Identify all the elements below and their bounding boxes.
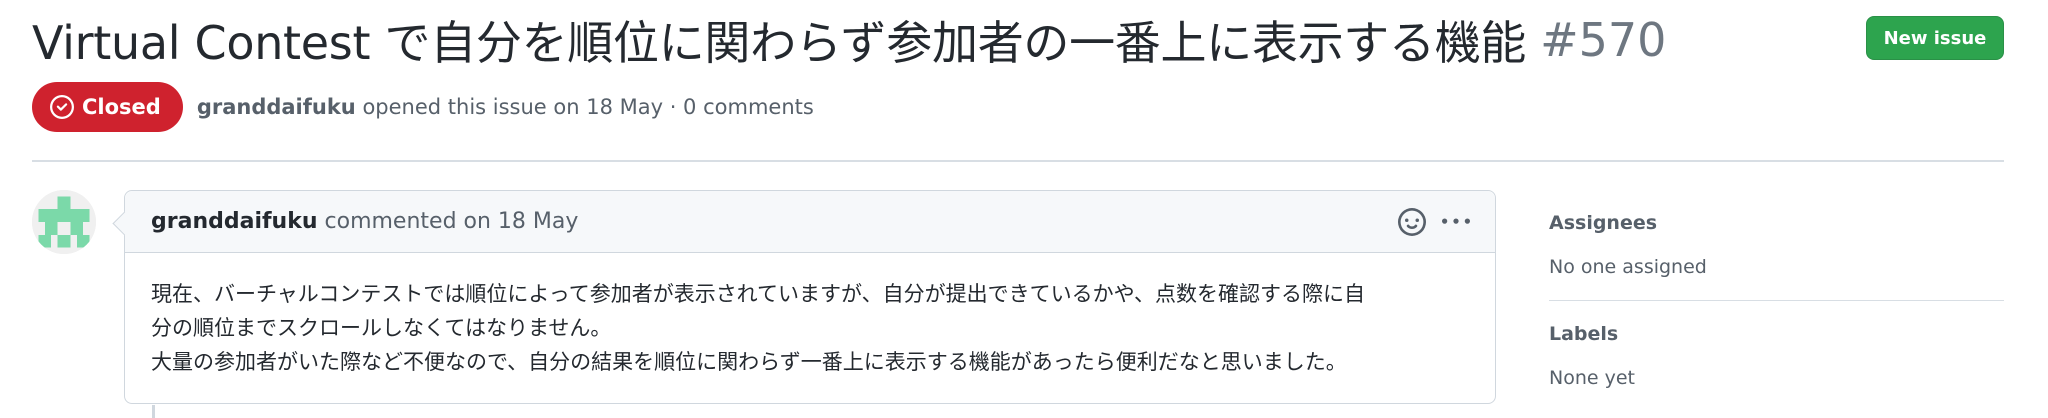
title-row: Virtual Contest で自分を順位に関わらず参加者の一番上に表示する機…	[32, 8, 1666, 72]
assignees-value: No one assigned	[1549, 256, 1707, 278]
comment-header: granddaifuku commented on 18 May	[125, 191, 1495, 253]
comment-body-line: 現在、バーチャルコンテストでは順位によって参加者が表示されていますが、自分が提出…	[151, 282, 1366, 306]
comment-author-link[interactable]: granddaifuku	[151, 209, 318, 234]
issue-sidebar: Assignees No one assigned Labels None ye…	[1549, 190, 2004, 391]
comment-timestamp[interactable]: commented on 18 May	[318, 209, 579, 234]
kebab-horizontal-icon[interactable]	[1441, 207, 1471, 237]
issue-closed-icon	[50, 95, 74, 119]
issue-number: #570	[1540, 13, 1667, 67]
comment-body-line: 大量の参加者がいた際など不便なので、自分の結果を順位に関わらず一番上に表示する機…	[151, 350, 1347, 374]
state-label: Closed	[82, 95, 161, 119]
comment-header-text: granddaifuku commented on 18 May	[151, 209, 578, 234]
sidebar-labels[interactable]: Labels None yet	[1549, 323, 2004, 391]
labels-heading[interactable]: Labels	[1549, 323, 2004, 347]
labels-value: None yet	[1549, 367, 1635, 389]
comment-body: 現在、バーチャルコンテストでは順位によって参加者が表示されていますが、自分が提出…	[125, 253, 1495, 403]
comment-box: granddaifuku commented on 18 May 現在、バーチャ…	[124, 190, 1496, 404]
comment-actions	[1383, 207, 1471, 237]
assignees-heading[interactable]: Assignees	[1549, 212, 2004, 236]
new-issue-button[interactable]: New issue	[1866, 16, 2004, 60]
issue-author-link[interactable]: granddaifuku	[197, 95, 356, 119]
issue-meta: Closed granddaifuku opened this issue on…	[32, 82, 814, 132]
state-badge: Closed	[32, 82, 183, 132]
comment-body-line: 分の順位までスクロールしなくてはなりません。	[151, 316, 612, 340]
issue-header: Virtual Contest で自分を順位に関わらず参加者の一番上に表示する機…	[32, 0, 2004, 162]
sidebar-divider	[1549, 300, 2004, 301]
avatar[interactable]	[32, 190, 96, 254]
sidebar-assignees[interactable]: Assignees No one assigned	[1549, 212, 2004, 301]
smiley-icon[interactable]	[1397, 207, 1427, 237]
timeline-line	[152, 405, 155, 418]
issue-title: Virtual Contest で自分を順位に関わらず参加者の一番上に表示する機…	[32, 16, 1527, 70]
issue-meta-detail: opened this issue on 18 May · 0 comments	[355, 95, 814, 119]
issue-meta-text: granddaifuku opened this issue on 18 May…	[197, 95, 814, 119]
